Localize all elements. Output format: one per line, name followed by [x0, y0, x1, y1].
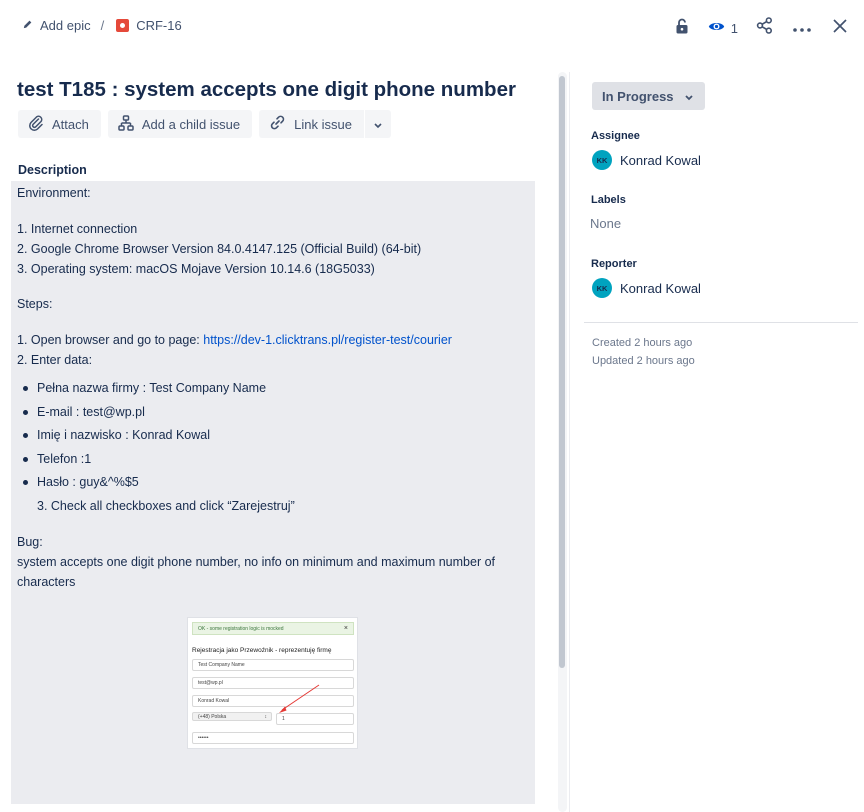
more-actions-button[interactable] — [786, 14, 818, 42]
description-heading: Description — [18, 163, 87, 177]
close-button[interactable] — [824, 14, 856, 42]
issue-key: CRF-16 — [136, 18, 182, 33]
close-icon — [833, 18, 847, 38]
environment-item: 3. Operating system: macOS Mojave Versio… — [17, 262, 375, 276]
issue-key-link[interactable]: CRF-16 — [116, 18, 182, 33]
list-item: Telefon :1 — [17, 449, 529, 473]
data-list: Pełna nazwa firmy : Test Company Name E-… — [17, 378, 529, 496]
step-1: 1. Open browser and go to page: https://… — [17, 330, 529, 350]
bug-heading: Bug: — [17, 534, 43, 549]
step-1-text: 1. Open browser and go to page: — [17, 333, 204, 347]
issue-action-bar: Attach Add a child issue Link issue — [18, 110, 391, 138]
assignee-name: Konrad Kowal — [620, 152, 701, 168]
link-issue-button[interactable]: Link issue — [259, 110, 364, 138]
reporter-field[interactable]: KK Konrad Kowal — [592, 278, 701, 298]
add-child-issue-button[interactable]: Add a child issue — [107, 110, 253, 138]
list-item: Imię i nazwisko : Konrad Kowal — [17, 425, 529, 449]
environment-item: 1. Internet connection — [17, 222, 138, 236]
assignee-field[interactable]: KK Konrad Kowal — [592, 150, 701, 170]
issue-main-panel: test T185 : system accepts one digit pho… — [0, 56, 556, 812]
steps-heading: Steps: — [17, 297, 53, 311]
chevron-down-icon — [684, 89, 694, 104]
watch-button[interactable]: 1 — [704, 14, 742, 42]
panel-divider — [569, 72, 570, 812]
more-icon — [793, 19, 811, 37]
step-2: 2. Enter data: — [17, 353, 93, 367]
assignee-label: Assignee — [591, 130, 640, 142]
issue-actions: 1 — [660, 14, 856, 42]
link-issue-label: Link issue — [294, 116, 352, 132]
paperclip-icon — [28, 115, 44, 134]
attach-button[interactable]: Attach — [18, 110, 101, 138]
top-bar: Add epic / CRF-16 1 — [0, 0, 864, 56]
issue-title[interactable]: test T185 : system accepts one digit pho… — [17, 78, 516, 102]
breadcrumb: Add epic / CRF-16 — [22, 18, 182, 33]
add-child-issue-label: Add a child issue — [141, 116, 241, 132]
restrictions-button[interactable] — [666, 14, 698, 42]
labels-value[interactable]: None — [590, 216, 621, 231]
child-issue-icon — [118, 114, 134, 134]
avatar: KK — [592, 150, 612, 170]
link-icon — [269, 114, 286, 134]
unlock-icon — [675, 18, 689, 39]
avatar: KK — [592, 278, 612, 298]
share-button[interactable] — [748, 14, 780, 42]
share-icon — [756, 17, 773, 39]
breadcrumb-separator: / — [100, 18, 105, 33]
labels-label: Labels — [591, 194, 626, 206]
environment-heading: Environment: — [17, 186, 91, 200]
created-timestamp: Created 2 hours ago — [592, 337, 693, 349]
main-scrollbar[interactable] — [556, 72, 568, 812]
details-divider — [584, 322, 858, 323]
attach-label: Attach — [52, 116, 89, 132]
reporter-label: Reporter — [591, 258, 637, 270]
add-epic-link[interactable]: Add epic — [22, 18, 91, 33]
status-label: In Progress — [602, 88, 674, 104]
pencil-icon — [22, 18, 33, 33]
issue-details-panel: In Progress Assignee KK Konrad Kowal Lab… — [584, 56, 864, 812]
environment-item: 2. Google Chrome Browser Version 84.0.41… — [17, 242, 422, 256]
status-dropdown[interactable]: In Progress — [592, 82, 705, 110]
list-item: Pełna nazwa firmy : Test Company Name — [17, 378, 529, 402]
eye-icon — [708, 20, 725, 36]
step-3: 3. Check all checkboxes and click “Zarej… — [37, 498, 295, 513]
updated-timestamp: Updated 2 hours ago — [592, 355, 695, 367]
attachment-screenshot[interactable]: OK - some registration logic is mocked ×… — [187, 617, 358, 749]
reporter-name: Konrad Kowal — [620, 280, 701, 296]
watch-count: 1 — [730, 20, 738, 36]
register-page-link[interactable]: https://dev-1.clicktrans.pl/register-tes… — [203, 333, 452, 347]
link-issue-dropdown-button[interactable] — [364, 110, 391, 138]
screenshot-arrow-icon — [279, 684, 320, 713]
add-epic-label: Add epic — [40, 18, 91, 33]
list-item: Hasło : guy&^%$5 — [17, 472, 529, 496]
bug-icon — [116, 19, 130, 32]
link-issue-group: Link issue — [259, 110, 391, 138]
scrollbar-thumb[interactable] — [559, 76, 565, 668]
bug-text: system accepts one digit phone number, n… — [17, 554, 496, 589]
list-item: E-mail : test@wp.pl — [17, 402, 529, 426]
chevron-down-icon — [373, 117, 383, 132]
description-body[interactable]: Environment: 1. Internet connection 2. G… — [11, 181, 535, 804]
